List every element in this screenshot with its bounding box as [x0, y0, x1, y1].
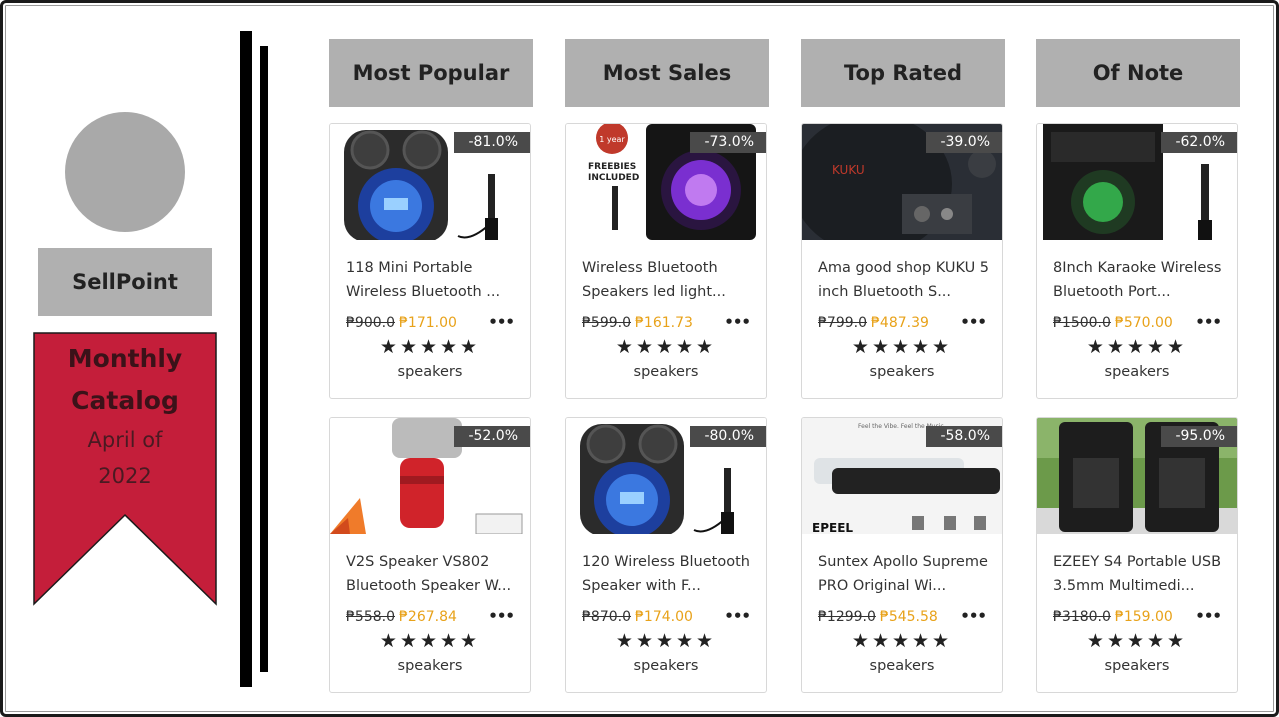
rating-stars: ★★★★★ [615, 630, 717, 652]
product-title[interactable]: V2S Speaker VS802 Bluetooth Speaker W... [346, 550, 522, 598]
column-header-most-sales[interactable]: Most Sales [565, 39, 769, 107]
original-price: ₱1299.0 [818, 609, 876, 625]
svg-text:INCLUDED: INCLUDED [588, 173, 639, 183]
sale-price: ₱570.00 [1114, 315, 1173, 331]
product-card[interactable]: -52.0% V2S Speaker VS802 Bluetooth Speake… [329, 417, 531, 693]
sale-price: ₱171.00 [399, 315, 457, 331]
sale-price: ₱174.00 [635, 609, 693, 625]
discount-badge: -39.0% [926, 132, 1002, 153]
rating-stars: ★★★★★ [1086, 336, 1188, 358]
avatar [65, 112, 185, 232]
sale-price: ₱161.73 [635, 315, 693, 331]
discount-badge: -73.0% [690, 132, 766, 153]
rating-stars: ★★★★★ [615, 336, 717, 358]
sale-price: ₱545.58 [879, 609, 938, 625]
discount-badge: -81.0% [454, 132, 530, 153]
product-title[interactable]: 8Inch Karaoke Wireless Bluetooth Port... [1053, 256, 1229, 304]
more-options-icon[interactable]: ••• [960, 607, 987, 625]
original-price: ₱3180.0 [1053, 609, 1111, 625]
svg-text:EPEEL: EPEEL [812, 521, 853, 534]
discount-badge: -62.0% [1161, 132, 1237, 153]
category-label: speakers [869, 364, 935, 380]
category-label: speakers [633, 364, 699, 380]
price-row: ₱1299.0 ₱545.58 [818, 609, 938, 625]
category-label: speakers [633, 658, 699, 674]
original-price: ₱870.0 [582, 609, 631, 625]
brand-label: SellPoint [38, 248, 212, 316]
price-row: ₱1500.0 ₱570.00 [1053, 315, 1173, 331]
price-row: ₱799.0 ₱487.39 [818, 315, 929, 331]
rating-stars: ★★★★★ [851, 336, 953, 358]
column-header-most-popular[interactable]: Most Popular [329, 39, 533, 107]
more-options-icon[interactable]: ••• [488, 313, 515, 331]
more-options-icon[interactable]: ••• [1195, 313, 1222, 331]
discount-badge: -80.0% [690, 426, 766, 447]
column-header-of-note[interactable]: Of Note [1036, 39, 1240, 107]
discount-badge: -52.0% [454, 426, 530, 447]
price-row: ₱3180.0 ₱159.00 [1053, 609, 1173, 625]
rating-stars: ★★★★★ [379, 630, 481, 652]
original-price: ₱1500.0 [1053, 315, 1111, 331]
product-card[interactable]: -95.0% EZEEY S4 Portable USB 3.5mm Multim… [1036, 417, 1238, 693]
product-card[interactable]: 1 year FREEBIES INCLUDED -73.0% Wireless … [565, 123, 767, 399]
banner-title: Monthly Catalog [67, 344, 183, 415]
category-label: speakers [397, 658, 463, 674]
product-card[interactable]: -81.0% 118 Mini Portable Wireless Bluetoo… [329, 123, 531, 399]
product-card[interactable]: KUKU -39.0% Ama good shop KUKU 5 inch Blu… [801, 123, 1003, 399]
rating-stars: ★★★★★ [851, 630, 953, 652]
svg-text:1 year: 1 year [599, 135, 625, 144]
category-label: speakers [397, 364, 463, 380]
product-title[interactable]: Ama good shop KUKU 5 inch Bluetooth S... [818, 256, 994, 304]
rating-stars: ★★★★★ [379, 336, 481, 358]
column-header-top-rated[interactable]: Top Rated [801, 39, 1005, 107]
price-row: ₱870.0 ₱174.00 [582, 609, 693, 625]
banner-subtitle: April of 2022 [87, 428, 163, 488]
price-row: ₱599.0 ₱161.73 [582, 315, 693, 331]
divider-bar [240, 31, 252, 687]
category-label: speakers [1104, 658, 1170, 674]
more-options-icon[interactable]: ••• [488, 607, 515, 625]
original-price: ₱799.0 [818, 315, 867, 331]
product-title[interactable]: Suntex Apollo Supreme PRO Original Wi... [818, 550, 994, 598]
original-price: ₱558.0 [346, 609, 395, 625]
product-card[interactable]: Feel the Vibe. Feel the Music EPEEL -58.… [801, 417, 1003, 693]
rating-stars: ★★★★★ [1086, 630, 1188, 652]
product-card[interactable]: -80.0% 120 Wireless Bluetooth Speaker wit… [565, 417, 767, 693]
product-card[interactable]: -62.0% 8Inch Karaoke Wireless Bluetooth P… [1036, 123, 1238, 399]
sale-price: ₱267.84 [399, 609, 457, 625]
product-title[interactable]: 118 Mini Portable Wireless Bluetooth ... [346, 256, 522, 304]
more-options-icon[interactable]: ••• [724, 607, 751, 625]
discount-badge: -95.0% [1161, 426, 1237, 447]
discount-badge: -58.0% [926, 426, 1002, 447]
svg-text:FREEBIES: FREEBIES [588, 162, 636, 172]
catalog-banner: Monthly Catalog April of 2022 [33, 332, 217, 606]
sale-price: ₱159.00 [1114, 609, 1173, 625]
divider-bar [260, 46, 268, 672]
product-title[interactable]: 120 Wireless Bluetooth Speaker with F... [582, 550, 758, 598]
price-row: ₱900.0 ₱171.00 [346, 315, 457, 331]
more-options-icon[interactable]: ••• [1195, 607, 1222, 625]
more-options-icon[interactable]: ••• [960, 313, 987, 331]
sale-price: ₱487.39 [871, 315, 929, 331]
category-label: speakers [869, 658, 935, 674]
original-price: ₱900.0 [346, 315, 395, 331]
price-row: ₱558.0 ₱267.84 [346, 609, 457, 625]
category-label: speakers [1104, 364, 1170, 380]
more-options-icon[interactable]: ••• [724, 313, 751, 331]
svg-text:KUKU: KUKU [832, 163, 865, 177]
original-price: ₱599.0 [582, 315, 631, 331]
product-title[interactable]: Wireless Bluetooth Speakers led light... [582, 256, 758, 304]
product-title[interactable]: EZEEY S4 Portable USB 3.5mm Multimedi... [1053, 550, 1229, 598]
